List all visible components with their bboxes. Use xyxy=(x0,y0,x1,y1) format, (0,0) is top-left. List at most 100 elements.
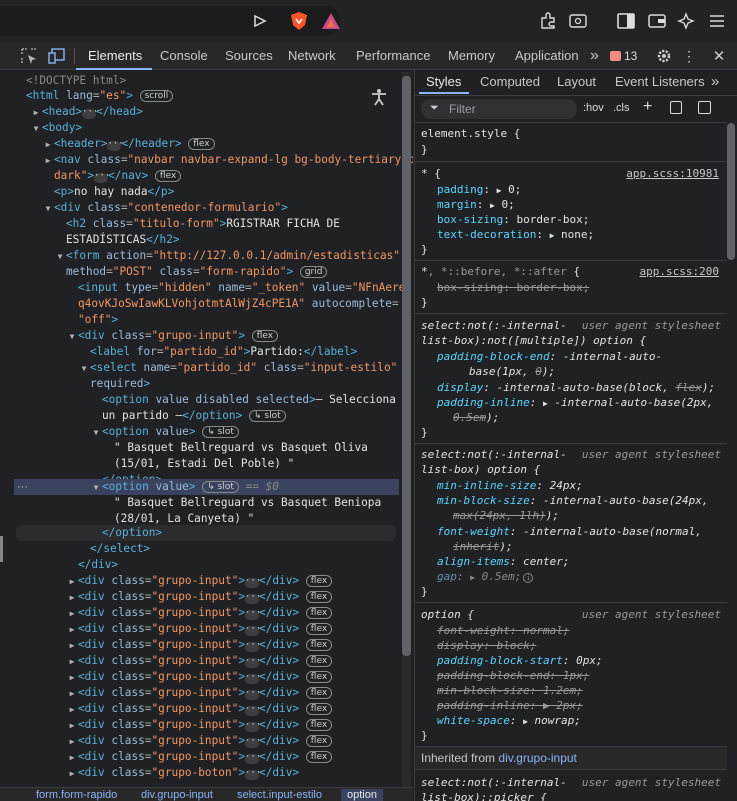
ellipsis-icon[interactable]: ··· xyxy=(245,641,261,652)
cls-button[interactable]: .cls xyxy=(613,102,630,114)
grid-badge[interactable]: grid xyxy=(299,266,328,278)
tab-search-icon[interactable] xyxy=(567,10,589,32)
tab-performance[interactable]: Performance xyxy=(356,42,430,70)
dom-div-grupo-input[interactable]: ▶ <div class="grupo-input">···</div> flex xyxy=(66,669,413,685)
tab-elements[interactable]: Elements xyxy=(88,42,142,70)
accessibility-icon[interactable] xyxy=(371,88,389,106)
flex-badge[interactable]: flex xyxy=(305,655,333,667)
toggle-computed-sidebar-icon[interactable] xyxy=(698,101,711,114)
new-style-rule-icon[interactable]: + xyxy=(643,98,652,116)
dom-option-2-text[interactable]: " Basquet Bellreguard vs Basquet Beniopa xyxy=(114,495,413,511)
flex-badge[interactable]: flex xyxy=(305,703,333,715)
sidebar-icon[interactable] xyxy=(615,10,637,32)
decl-gap-inactive[interactable]: gap: ▶ 0.5em; i xyxy=(437,569,737,585)
decl-padding-block-end-overridden[interactable]: padding-block-end: 1px; xyxy=(437,668,737,684)
decl-min-block-size[interactable]: min-block-size: -internal-auto-base(24px… xyxy=(437,493,737,509)
ellipsis-icon[interactable]: ··· xyxy=(245,721,261,732)
slot-badge[interactable]: ↳ slot xyxy=(202,426,239,438)
dom-div-grupo-input[interactable]: ▶ <div class="grupo-input">···</div> flex xyxy=(66,621,413,637)
rule-before-after[interactable]: *, *::before, *::after {app.scss:200 xyxy=(421,264,729,280)
flex-badge[interactable]: flex xyxy=(154,170,182,182)
ellipsis-icon[interactable]: ··· xyxy=(245,753,261,764)
flex-badge[interactable]: flex xyxy=(305,591,333,603)
flex-badge[interactable]: flex xyxy=(305,687,333,699)
rule-ua-listbox-option[interactable]: select:not(:-internal-user agent stylesh… xyxy=(421,447,729,463)
dom-label[interactable]: <label for="partido_id">Partido:</label> xyxy=(90,344,413,360)
dom-div-contenedor[interactable]: ▼ <div class="contenedor-formulario"> xyxy=(42,200,413,216)
wallet-icon[interactable] xyxy=(646,10,668,32)
dom-div-grupo-input-open[interactable]: ▼ <div class="grupo-input"> flex xyxy=(66,328,413,344)
crumb-select[interactable]: select.input-estilo xyxy=(237,789,322,801)
decl-box-sizing[interactable]: box-sizing: border-box; xyxy=(437,212,737,228)
brave-rewards-icon[interactable] xyxy=(320,10,342,32)
source-link-app-scss-200[interactable]: app.scss:200 xyxy=(640,264,719,279)
scroll-badge[interactable]: scroll xyxy=(139,90,174,102)
more-styles-tabs[interactable]: » xyxy=(711,70,719,94)
dom-h2[interactable]: <h2 class="titulo-form">RGISTRAR FICHA D… xyxy=(66,216,413,232)
hov-button[interactable]: :hov xyxy=(583,102,604,114)
ellipsis-icon[interactable]: ··· xyxy=(245,577,261,588)
ellipsis-icon[interactable]: ··· xyxy=(245,689,261,700)
settings-gear-icon[interactable] xyxy=(655,47,673,65)
dom-option-2-selected[interactable]: ▼ <option value> ↳ slot == $0 xyxy=(14,479,399,495)
dom-option-1-text-cont[interactable]: (15/01, Estadi Del Poble) " xyxy=(114,456,413,472)
tab-computed[interactable]: Computed xyxy=(480,70,540,94)
dom-div-grupo-boton[interactable]: ▶ <div class="grupo-boton">···</div> xyxy=(66,765,413,781)
rule-universal[interactable]: * {app.scss:10981 xyxy=(421,166,729,182)
styles-scrollbar-thumb[interactable] xyxy=(727,123,735,260)
dom-doctype[interactable]: <!DOCTYPE html> xyxy=(26,73,413,89)
inherited-from-link[interactable]: div.grupo-input xyxy=(498,751,577,765)
close-devtools-icon[interactable]: ✕ xyxy=(711,47,727,65)
tab-styles[interactable]: Styles xyxy=(426,70,461,94)
flex-badge[interactable]: flex xyxy=(305,671,333,683)
decl-padding-inline[interactable]: padding-inline: ▶ -internal-auto-base(2p… xyxy=(437,395,737,411)
element-state-icon[interactable] xyxy=(670,101,682,114)
selected-row-ellipsis-icon[interactable]: ··· xyxy=(17,479,28,495)
dom-html[interactable]: <html lang="es"> scroll xyxy=(26,88,413,104)
ellipsis-icon[interactable]: ··· xyxy=(245,593,261,604)
flex-badge[interactable]: flex xyxy=(305,607,333,619)
ellipsis-icon[interactable]: ··· xyxy=(245,609,261,620)
dom-form[interactable]: ▼ <form action="http://127.0.0.1/admin/es… xyxy=(54,248,413,264)
dom-option-0-cont[interactable]: un partido —</option> ↳ slot xyxy=(102,408,413,424)
dom-input-cont2[interactable]: "off"> xyxy=(78,312,413,328)
rule-ua-select-option[interactable]: select:not(:-internal-user agent stylesh… xyxy=(421,318,729,334)
slot-badge[interactable]: ↳ slot xyxy=(202,481,239,493)
ellipsis-icon[interactable]: ··· xyxy=(94,172,110,183)
dom-option-2-close[interactable]: </option> xyxy=(16,525,396,541)
share-icon[interactable] xyxy=(250,11,270,31)
crumb-option[interactable]: option xyxy=(341,789,383,801)
dom-div-grupo-input[interactable]: ▶ <div class="grupo-input">···</div> flex xyxy=(66,653,413,669)
dom-option-0[interactable]: <option value disabled selected>— Selecc… xyxy=(102,392,413,408)
decl-display-overridden[interactable]: display: block; xyxy=(437,638,737,654)
flex-badge[interactable]: flex xyxy=(305,639,333,651)
dom-div-grupo-input[interactable]: ▶ <div class="grupo-input">···</div> flex xyxy=(66,685,413,701)
dom-h2-cont[interactable]: ESTADÍSTICAS</h2> xyxy=(66,232,413,248)
dom-option-1[interactable]: ▼ <option value> ↳ slot xyxy=(90,424,413,440)
flex-badge[interactable]: flex xyxy=(305,575,333,587)
extensions-icon[interactable] xyxy=(537,10,559,32)
dom-div-grupo-input[interactable]: ▶ <div class="grupo-input">···</div> flex xyxy=(66,605,413,621)
elements-tree[interactable]: <!DOCTYPE html> <html lang="es"> scroll … xyxy=(0,70,413,787)
decl-min-inline-size[interactable]: min-inline-size: 24px; xyxy=(437,478,737,494)
dom-head[interactable]: ▶ <head>···</head> xyxy=(30,104,413,120)
flex-badge[interactable]: flex xyxy=(188,138,215,150)
crumb-form[interactable]: form.form-rapido xyxy=(36,789,117,801)
ellipsis-icon[interactable]: ··· xyxy=(245,769,261,780)
tab-layout[interactable]: Layout xyxy=(557,70,596,94)
tab-network[interactable]: Network xyxy=(288,42,336,70)
dom-input-hidden[interactable]: <input type="hidden" name="_token" value… xyxy=(78,280,413,296)
decl-font-weight-overridden[interactable]: font-weight: normal; xyxy=(437,623,737,639)
dom-p[interactable]: <p>no hay nada</p> xyxy=(54,184,413,200)
flex-badge[interactable]: flex xyxy=(305,751,333,763)
dom-nav-cont[interactable]: dark">···</nav> flex xyxy=(54,168,413,184)
decl-align-items[interactable]: align-items: center; xyxy=(437,554,737,570)
source-link-app-scss-10981[interactable]: app.scss:10981 xyxy=(626,166,719,181)
dom-div-grupo-input[interactable]: ▶ <div class="grupo-input">···</div> flex xyxy=(66,717,413,733)
dom-input-cont[interactable]: q4ovKJoSwIawKLVohjotmtAlWjZ4cPE1A" autoc… xyxy=(78,296,413,312)
dom-body[interactable]: ▼ <body> xyxy=(30,120,413,136)
slot-badge[interactable]: ↳ slot xyxy=(248,410,286,422)
dom-nav[interactable]: ▶ <nav class="navbar navbar-expand-lg bg-… xyxy=(42,152,413,168)
rule-ua-picker[interactable]: select:not(:-internal-user agent stylesh… xyxy=(421,775,729,791)
ellipsis-icon[interactable]: ··· xyxy=(107,140,124,151)
